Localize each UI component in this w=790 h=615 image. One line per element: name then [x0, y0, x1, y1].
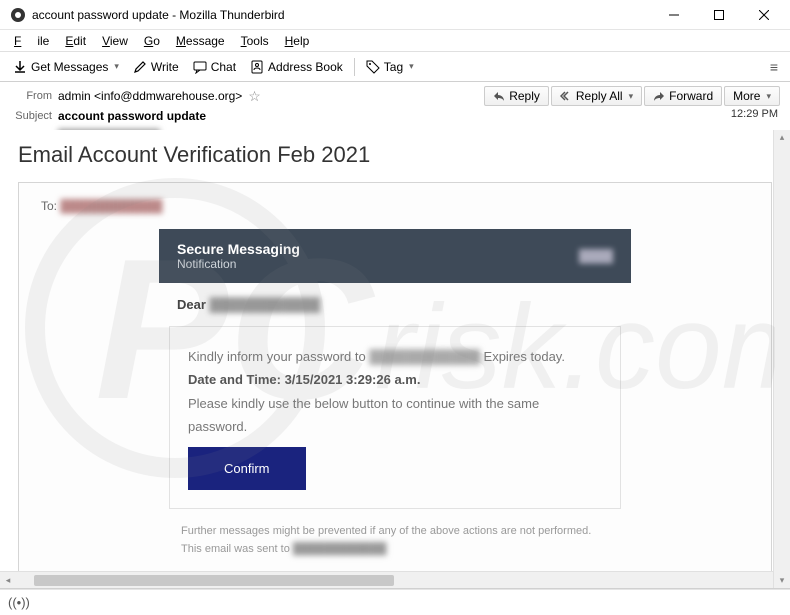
message-body-area: Email Account Verification Feb 2021 To: … [0, 130, 790, 589]
email-heading: Email Account Verification Feb 2021 [18, 142, 772, 168]
footer-line2a: This email was sent to [181, 543, 290, 555]
confirm-button[interactable]: Confirm [188, 447, 306, 490]
menu-help[interactable]: Help [277, 32, 318, 50]
from-value[interactable]: admin <info@ddmwarehouse.org> [58, 89, 242, 103]
vertical-scrollbar[interactable]: ▴ ▾ [773, 130, 790, 588]
menu-bar: File Edit View Go Message Tools Help [0, 30, 790, 52]
window-controls [651, 1, 786, 29]
chevron-down-icon: ▾ [114, 61, 119, 72]
message-time: 12:29 PM [731, 108, 778, 120]
more-label: More [733, 89, 760, 103]
reply-button[interactable]: Reply [484, 86, 549, 106]
get-messages-button[interactable]: Get Messages ▾ [6, 57, 126, 77]
app-icon [10, 7, 26, 23]
more-button[interactable]: More ▾ [724, 86, 780, 106]
reply-all-button[interactable]: Reply All ▾ [551, 86, 642, 106]
get-messages-label: Get Messages [31, 60, 108, 74]
chevron-down-icon: ▾ [629, 91, 634, 102]
email-frame: To: ████████████ Secure Messaging Notifi… [18, 182, 772, 589]
card-footer: Further messages might be prevented if a… [159, 523, 631, 576]
email-to-value: ████████████ [60, 199, 162, 213]
menu-edit[interactable]: Edit [57, 32, 94, 50]
address-book-button[interactable]: Address Book [243, 57, 350, 77]
chevron-down-icon: ▾ [409, 61, 414, 72]
connection-icon: ((•)) [8, 595, 30, 610]
footer-line2b: ████████████ [293, 543, 387, 555]
datetime-label: Date and Time: [188, 372, 281, 387]
from-label: From [10, 90, 58, 102]
app-menu-button[interactable]: ≡ [764, 59, 784, 75]
menu-view[interactable]: View [94, 32, 136, 50]
secure-subtitle: Notification [177, 257, 300, 271]
chat-icon [193, 60, 207, 74]
menu-message[interactable]: Message [168, 32, 233, 50]
card-header: Secure Messaging Notification ████ [159, 229, 631, 283]
chat-button[interactable]: Chat [186, 57, 243, 77]
star-icon[interactable]: ☆ [248, 88, 261, 105]
menu-go[interactable]: Go [136, 32, 168, 50]
chat-label: Chat [211, 60, 236, 74]
maximize-button[interactable] [696, 1, 741, 29]
reply-all-icon [560, 90, 572, 102]
forward-icon [653, 90, 665, 102]
title-bar: account password update - Mozilla Thunde… [0, 0, 790, 30]
toolbar: Get Messages ▾ Write Chat Address Book T… [0, 52, 790, 82]
toolbar-separator [354, 58, 355, 76]
email-to-label: To: [41, 199, 57, 213]
tag-button[interactable]: Tag ▾ [359, 57, 421, 77]
forward-label: Forward [669, 89, 713, 103]
write-label: Write [151, 60, 179, 74]
reply-icon [493, 90, 505, 102]
tag-icon [366, 60, 380, 74]
forward-button[interactable]: Forward [644, 86, 722, 106]
window-title: account password update - Mozilla Thunde… [32, 8, 651, 22]
close-button[interactable] [741, 1, 786, 29]
reply-all-label: Reply All [576, 89, 623, 103]
scroll-up-icon[interactable]: ▴ [780, 132, 785, 143]
card-header-right: ████ [579, 249, 613, 263]
body-line2: Please kindly use the below button to co… [188, 392, 602, 439]
datetime-value: 3/15/2021 3:29:26 a.m. [285, 372, 421, 387]
body-line1c: Expires today. [484, 349, 565, 364]
tag-label: Tag [384, 60, 403, 74]
menu-file[interactable]: File [6, 32, 57, 50]
email-to-strip: To: ████████████ [19, 183, 771, 229]
address-book-label: Address Book [268, 60, 343, 74]
reply-label: Reply [509, 89, 540, 103]
scroll-left-icon[interactable]: ◂ [0, 575, 16, 586]
secure-title: Secure Messaging [177, 241, 300, 257]
address-book-icon [250, 60, 264, 74]
horizontal-scrollbar[interactable]: ◂ [0, 571, 773, 588]
footer-line1: Further messages might be prevented if a… [181, 523, 609, 541]
menu-tools[interactable]: Tools [233, 32, 277, 50]
status-bar: ((•)) [0, 589, 790, 615]
body-line1b: ████████████ [369, 349, 480, 364]
dear-name: ████████████ [210, 297, 321, 312]
body-line1a: Kindly inform your password to [188, 349, 366, 364]
subject-value: account password update [58, 109, 206, 123]
card-body: Kindly inform your password to █████████… [169, 326, 621, 509]
minimize-button[interactable] [651, 1, 696, 29]
message-actions: Reply Reply All ▾ Forward More ▾ [484, 86, 780, 106]
scroll-thumb[interactable] [34, 575, 394, 586]
subject-label: Subject [10, 110, 58, 122]
download-icon [13, 60, 27, 74]
pencil-icon [133, 60, 147, 74]
secure-card: Secure Messaging Notification ████ Dear … [159, 229, 631, 576]
scroll-down-icon[interactable]: ▾ [780, 575, 785, 586]
write-button[interactable]: Write [126, 57, 186, 77]
dear-label: Dear [177, 297, 206, 312]
card-greeting: Dear ████████████ [159, 283, 631, 326]
chevron-down-icon: ▾ [766, 91, 771, 102]
